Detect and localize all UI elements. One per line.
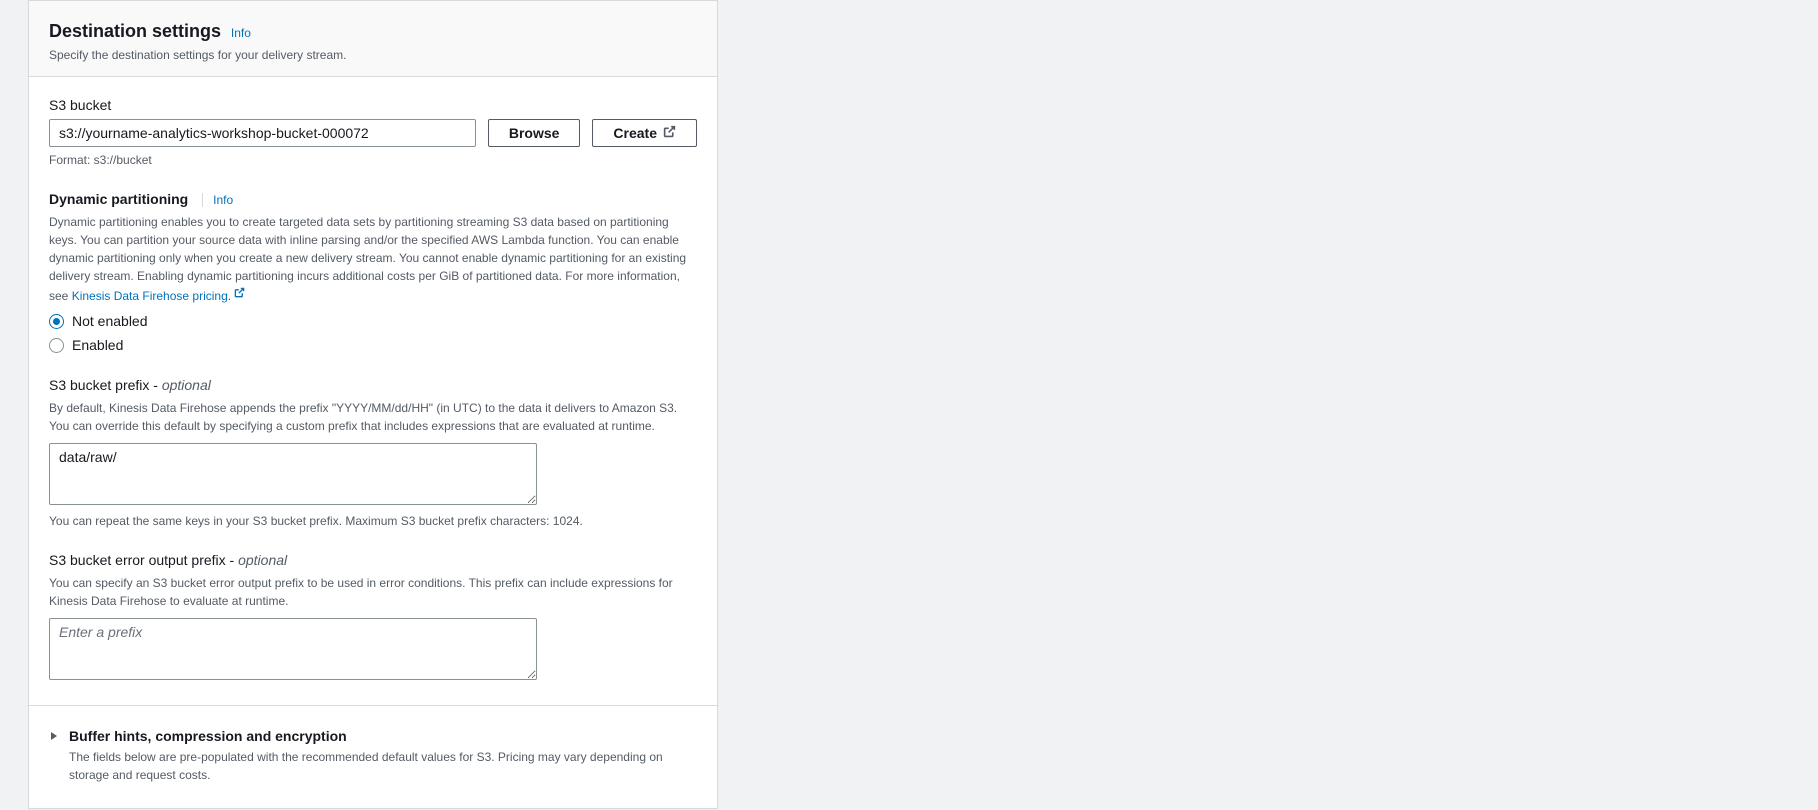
radio-not-enabled[interactable]: Not enabled [49, 313, 697, 329]
s3-error-prefix-desc: You can specify an S3 bucket error outpu… [49, 574, 697, 610]
create-button[interactable]: Create [592, 119, 697, 147]
s3-error-prefix-label-text: S3 bucket error output prefix - [49, 552, 238, 568]
create-button-label: Create [613, 125, 657, 141]
buffer-expand-header[interactable]: Buffer hints, compression and encryption… [49, 728, 697, 784]
s3-error-prefix-input[interactable] [49, 618, 537, 680]
s3-prefix-label-text: S3 bucket prefix - [49, 377, 162, 393]
buffer-desc: The fields below are pre-populated with … [69, 748, 697, 784]
radio-enabled[interactable]: Enabled [49, 337, 697, 353]
panel-body: S3 bucket Browse Create Format: s3://buc… [29, 77, 717, 808]
s3-bucket-input[interactable] [49, 119, 476, 147]
s3-prefix-hint: You can repeat the same keys in your S3 … [49, 514, 697, 528]
panel-header: Destination settings Info Specify the de… [29, 1, 717, 77]
buffer-title: Buffer hints, compression and encryption [69, 728, 697, 744]
dynamic-partitioning-section: Dynamic partitioning Info Dynamic partit… [49, 191, 697, 353]
s3-error-prefix-optional: optional [238, 552, 287, 568]
panel-subtitle: Specify the destination settings for you… [49, 48, 697, 62]
s3-prefix-label: S3 bucket prefix - optional [49, 377, 697, 393]
panel-title: Destination settings [49, 21, 221, 41]
browse-button[interactable]: Browse [488, 119, 581, 147]
s3-prefix-section: S3 bucket prefix - optional By default, … [49, 377, 697, 528]
divider [29, 705, 717, 706]
external-link-icon [234, 285, 245, 303]
s3-error-prefix-section: S3 bucket error output prefix - optional… [49, 552, 697, 683]
s3-prefix-input[interactable] [49, 443, 537, 505]
dynamic-title: Dynamic partitioning [49, 191, 188, 207]
radio-icon [49, 314, 64, 329]
s3-bucket-hint: Format: s3://bucket [49, 153, 697, 167]
s3-bucket-row: Browse Create [49, 119, 697, 147]
s3-bucket-section: S3 bucket Browse Create Format: s3://buc… [49, 97, 697, 167]
s3-prefix-optional: optional [162, 377, 211, 393]
external-link-icon [663, 125, 676, 141]
s3-error-prefix-label: S3 bucket error output prefix - optional [49, 552, 697, 568]
radio-enabled-label: Enabled [72, 337, 123, 353]
caret-right-icon [49, 728, 59, 744]
pricing-link[interactable]: Kinesis Data Firehose pricing. [72, 289, 246, 303]
s3-bucket-label: S3 bucket [49, 97, 697, 113]
radio-not-enabled-label: Not enabled [72, 313, 148, 329]
dynamic-desc: Dynamic partitioning enables you to crea… [49, 213, 697, 305]
buffer-text: Buffer hints, compression and encryption… [69, 728, 697, 784]
dynamic-title-row: Dynamic partitioning Info [49, 191, 697, 207]
destination-settings-panel: Destination settings Info Specify the de… [28, 0, 718, 809]
radio-icon [49, 338, 64, 353]
info-link-dynamic[interactable]: Info [202, 193, 233, 207]
info-link-header[interactable]: Info [231, 26, 251, 40]
pricing-link-text: Kinesis Data Firehose pricing. [72, 289, 231, 303]
browse-button-label: Browse [509, 125, 560, 141]
s3-prefix-desc: By default, Kinesis Data Firehose append… [49, 399, 697, 435]
